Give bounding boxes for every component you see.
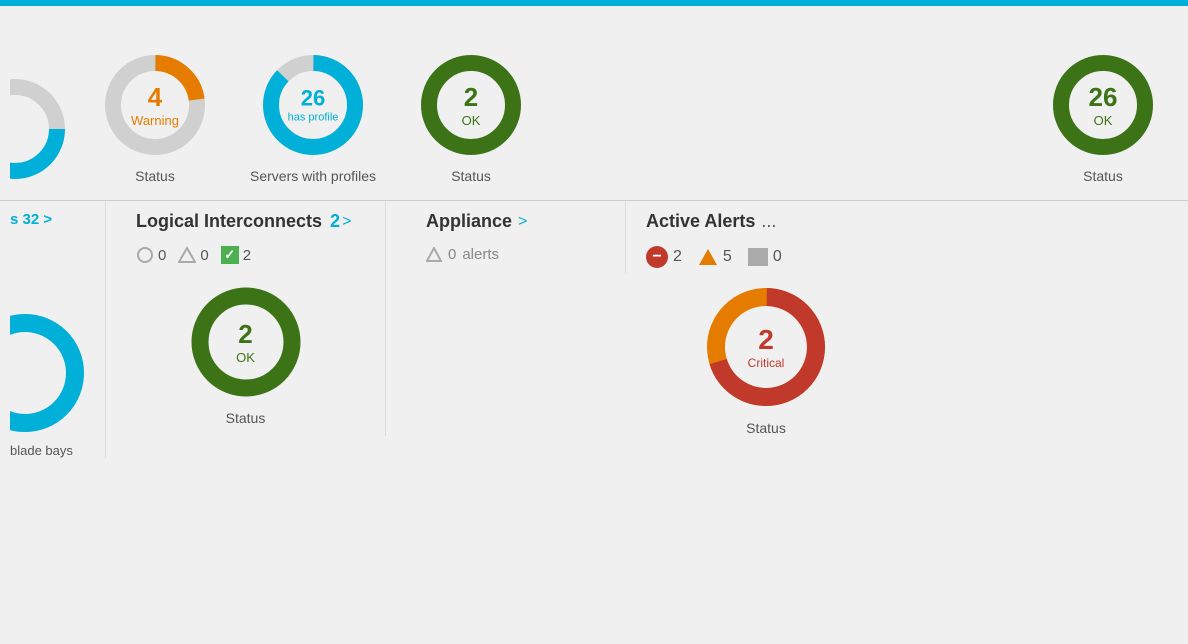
partial-bottom-circle [10, 308, 90, 438]
ok1-center: 2 OK [462, 82, 481, 128]
critical-circle-icon: − [646, 246, 668, 268]
ok-chart-1-col: 2 OK Status [396, 50, 546, 184]
status-check-value: 2 [243, 247, 251, 264]
profiles-label: Servers with profiles [250, 168, 376, 184]
logical-chart-col: 2 OK Status [136, 282, 355, 426]
logical-interconnects-col: Logical Interconnects 2 > 0 [106, 201, 386, 436]
ok1-donut: 2 OK [416, 50, 526, 160]
info-badge: 0 [748, 248, 782, 266]
active-alerts-col: Active Alerts ... − 2 5 [626, 201, 906, 446]
critical-donut-center: 2 Critical [748, 324, 785, 370]
status-check-item: ✓ 2 [221, 246, 251, 264]
profiles-subtext: has profile [288, 111, 339, 124]
partial-donut [10, 74, 70, 184]
logical-status-icons: 0 0 ✓ 2 [136, 246, 355, 264]
ok1-label: Status [451, 168, 491, 184]
profiles-donut: 26 has profile [258, 50, 368, 160]
warning-donut: 4 Warning [100, 50, 210, 160]
status-circle-value: 0 [158, 247, 166, 264]
appliance-header: Appliance > [426, 211, 585, 232]
critical-chart-number: 2 [748, 324, 785, 356]
warning-subtext: Warning [131, 113, 179, 128]
critical-badge: − 2 [646, 246, 682, 268]
appliance-alerts-row: 0 alerts [426, 246, 585, 263]
warning-triangle-icon [698, 248, 718, 266]
s32-link[interactable]: s 32 > [10, 211, 52, 228]
ok2-label: Status [1083, 168, 1123, 184]
check-box-icon: ✓ [221, 246, 239, 264]
info-count: 0 [773, 248, 782, 266]
alert-badges-row: − 2 5 0 [646, 246, 886, 268]
profiles-donut-center: 26 has profile [288, 85, 339, 124]
logical-chart-subtext: OK [236, 350, 255, 365]
warning-donut-center: 4 Warning [131, 82, 179, 128]
ok2-center: 26 OK [1089, 82, 1118, 128]
active-alerts-ellipsis: ... [761, 211, 776, 232]
ok-chart-2-col: 26 OK Status [1018, 50, 1188, 184]
bottom-section: s 32 > ated blade bays Logical Interconn… [0, 201, 1188, 644]
profiles-number: 26 [288, 85, 339, 111]
logical-interconnects-title: Logical Interconnects [136, 211, 322, 232]
circle-gray-icon [136, 246, 154, 264]
warning-count: 5 [723, 248, 732, 266]
warning-number: 4 [131, 82, 179, 113]
triangle-warn-icon [178, 246, 196, 264]
critical-count: 2 [673, 248, 682, 266]
logical-chart-label: Status [226, 410, 266, 426]
logical-interconnects-count[interactable]: 2 [330, 211, 340, 232]
logical-interconnects-header: Logical Interconnects 2 > [136, 211, 355, 232]
appliance-arrow[interactable]: > [518, 213, 527, 231]
active-alerts-title: Active Alerts [646, 211, 755, 232]
logical-interconnects-arrow[interactable]: > [342, 213, 351, 231]
status-circle-item: 0 [136, 246, 166, 264]
critical-chart-label: Critical [748, 356, 785, 370]
critical-status-label: Status [746, 420, 786, 436]
appliance-alert-count: 0 [448, 246, 456, 263]
ok1-subtext: OK [462, 113, 481, 128]
left-partial-col: s 32 > ated blade bays [0, 201, 106, 458]
appliance-col: Appliance > 0 alerts [386, 201, 626, 273]
ok2-subtext: OK [1089, 113, 1118, 128]
status-triangle-value: 0 [200, 247, 208, 264]
page-layout: 4 Warning Status 26 has profile Servers … [0, 0, 1188, 644]
critical-chart-col: 2 Critical Status [646, 282, 886, 436]
ok1-number: 2 [462, 82, 481, 113]
status-triangle-item: 0 [178, 246, 208, 264]
warning-status-col: 4 Warning Status [80, 50, 230, 184]
active-alerts-header: Active Alerts ... [646, 211, 886, 232]
info-square-icon [748, 248, 768, 266]
top-section: 4 Warning Status 26 has profile Servers … [0, 6, 1188, 201]
partial-left-col [0, 74, 80, 184]
logical-donut-center: 2 OK [236, 319, 255, 365]
ok2-donut: 26 OK [1048, 50, 1158, 160]
logical-donut: 2 OK [186, 282, 306, 402]
logical-chart-number: 2 [236, 319, 255, 350]
servers-profiles-col: 26 has profile Servers with profiles [230, 50, 396, 184]
appliance-alert-label: alerts [462, 246, 499, 263]
blade-bays-label: blade bays [10, 443, 73, 458]
critical-donut: 2 Critical [701, 282, 831, 412]
warning-badge: 5 [698, 248, 732, 266]
ok2-number: 26 [1089, 82, 1118, 113]
appliance-triangle-icon [426, 247, 442, 263]
warning-label: Status [135, 168, 175, 184]
appliance-title: Appliance [426, 211, 512, 232]
